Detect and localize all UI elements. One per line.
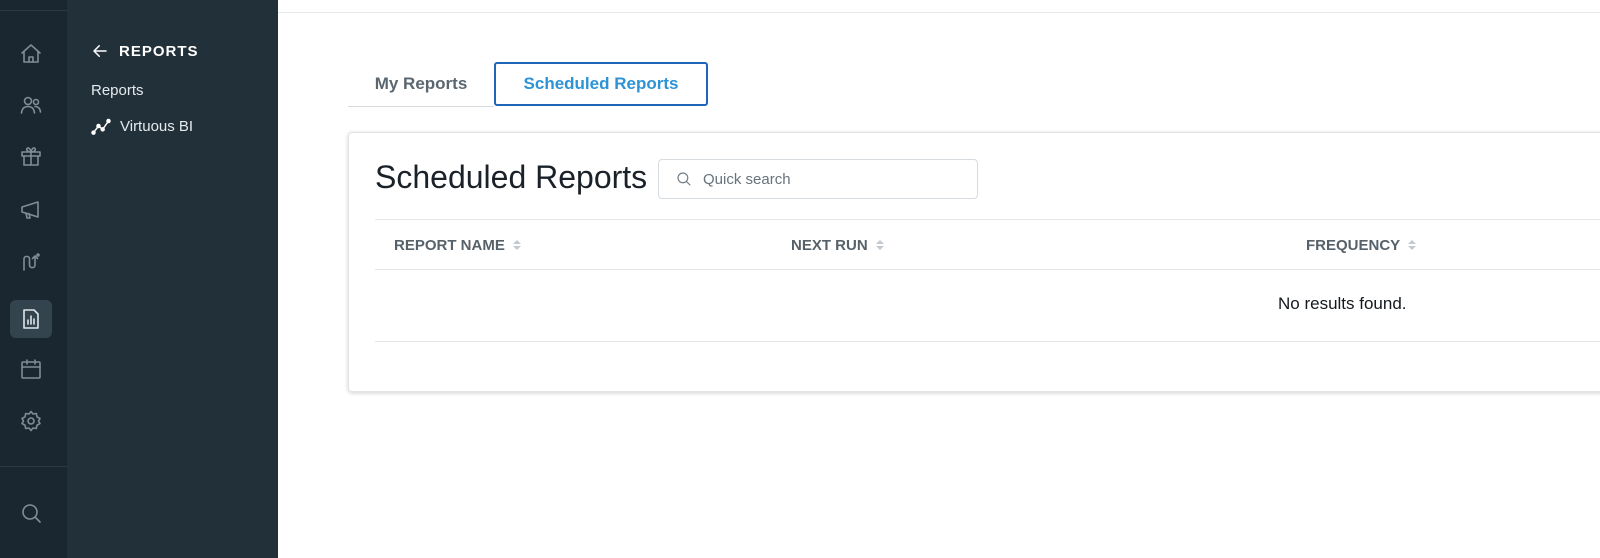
arrow-left-icon	[93, 45, 107, 57]
empty-table-row: No results found.	[375, 270, 1600, 342]
subnav-link-reports[interactable]: Reports	[91, 82, 144, 99]
subnav-link-virtuous-bi[interactable]: Virtuous BI	[91, 116, 193, 136]
tabs-underline	[348, 106, 494, 107]
scheduled-reports-card: Scheduled Reports REPORT NAME NEXT RUN F…	[348, 132, 1600, 392]
icon-rail	[0, 0, 67, 558]
search-input[interactable]	[703, 170, 953, 188]
journey-icon[interactable]	[10, 243, 52, 281]
table-header: REPORT NAME NEXT RUN FREQUENCY	[375, 220, 1600, 270]
subnav-title: REPORTS	[119, 42, 199, 60]
empty-message: No results found.	[1278, 294, 1407, 313]
column-label: NEXT RUN	[791, 236, 868, 254]
tab-scheduled-reports[interactable]: Scheduled Reports	[494, 62, 708, 106]
subnav-link-label: Reports	[91, 82, 144, 99]
home-icon[interactable]	[10, 35, 52, 73]
people-icon[interactable]	[10, 86, 52, 124]
column-next-run[interactable]: NEXT RUN	[791, 220, 884, 270]
top-bar	[278, 0, 1600, 13]
subnav-link-label: Virtuous BI	[120, 117, 194, 135]
column-frequency[interactable]: FREQUENCY	[1306, 220, 1417, 270]
reports-subnav: REPORTS Reports Virtuous BI	[67, 0, 278, 558]
reports-icon[interactable]	[10, 300, 52, 338]
megaphone-icon[interactable]	[10, 190, 52, 228]
sort-icon	[1408, 240, 1417, 250]
column-report-name[interactable]: REPORT NAME	[394, 220, 521, 270]
quick-search[interactable]	[658, 159, 978, 199]
rail-divider	[0, 466, 67, 467]
report-tabs: My Reports Scheduled Reports	[348, 62, 1600, 107]
settings-icon[interactable]	[10, 402, 52, 440]
calendar-icon[interactable]	[10, 350, 52, 388]
gift-icon[interactable]	[10, 137, 52, 175]
back-to-reports[interactable]: REPORTS	[91, 42, 199, 60]
search-icon	[677, 172, 691, 186]
line-chart-icon	[91, 118, 111, 135]
sort-icon	[512, 240, 521, 250]
sort-icon	[875, 240, 884, 250]
tab-my-reports[interactable]: My Reports	[348, 62, 494, 106]
column-label: REPORT NAME	[394, 236, 505, 254]
page-title: Scheduled Reports	[375, 159, 648, 195]
search-icon[interactable]	[10, 494, 52, 532]
column-label: FREQUENCY	[1306, 236, 1401, 254]
